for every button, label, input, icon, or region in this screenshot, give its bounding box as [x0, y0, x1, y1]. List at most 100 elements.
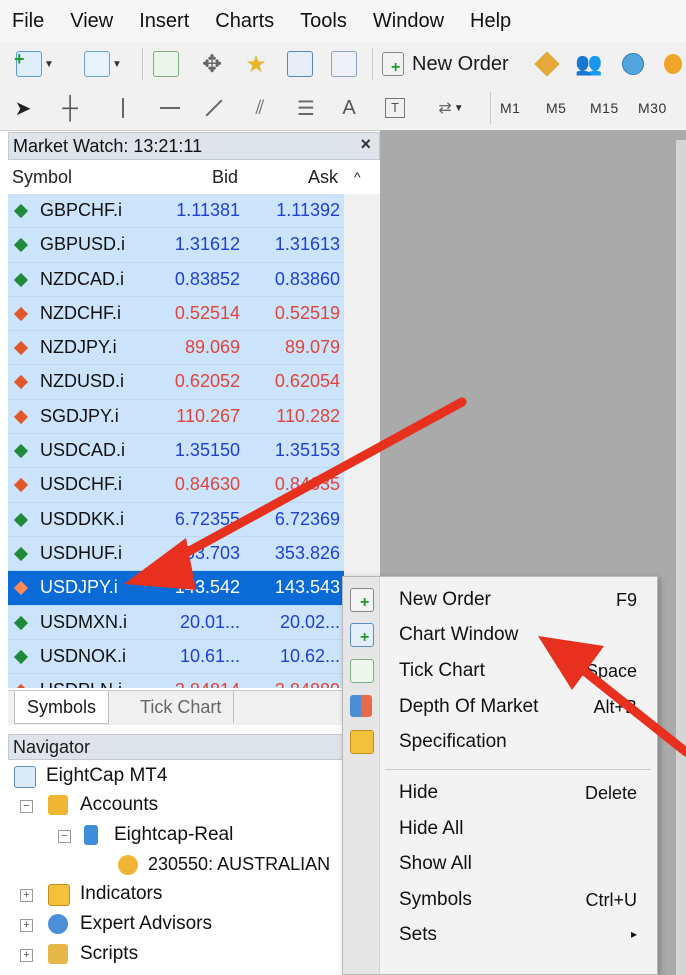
market-watch-row[interactable]: NZDJPY.i 89.069 89.079 [8, 331, 344, 366]
price-down-icon [13, 478, 29, 493]
menu-view[interactable]: View [58, 10, 127, 33]
ctx-hide-all[interactable]: Hide All [399, 818, 463, 840]
bid-cell: 10.61... [179, 645, 240, 666]
scripts-icon [48, 944, 68, 964]
symbol-cell: GBPUSD.i [40, 234, 126, 255]
tab-symbols-label: Symbols [27, 696, 97, 717]
ctx-symbols[interactable]: Symbols [399, 889, 472, 911]
new-chart-button[interactable]: + ▼ [10, 49, 60, 79]
symbol-cell: USDPLN.i [40, 680, 122, 688]
ctx-show-all[interactable]: Show All [399, 853, 472, 875]
market-watch-row[interactable]: USDJPY.i 143.542 143.543 [8, 571, 344, 606]
trendline-tool[interactable] [200, 93, 228, 123]
profiles-button[interactable]: ▼ [78, 49, 128, 79]
market-watch-row[interactable]: USDHUF.i 353.703 353.826 [8, 536, 344, 572]
market-watch-row[interactable]: NZDUSD.i 0.62052 0.62054 [8, 365, 344, 400]
vertical-line-tool[interactable] [112, 93, 134, 123]
navigator-toggle[interactable]: ★ [240, 49, 272, 79]
collapse-icon[interactable]: − [58, 830, 71, 843]
menu-help[interactable]: Help [458, 10, 525, 33]
nav-indicators[interactable]: Indicators [80, 883, 162, 905]
expand-icon[interactable]: + [20, 919, 33, 932]
timeframe-m15[interactable]: M15 [590, 100, 619, 116]
market-watch-tabs: Symbols Tick Chart [8, 690, 380, 725]
channel-tool[interactable]: ⫽ [246, 93, 274, 123]
data-window-toggle[interactable]: ✥ [196, 49, 228, 79]
market-watch-row[interactable]: GBPUSD.i 1.31612 1.31613 [8, 228, 344, 263]
market-button[interactable] [618, 49, 648, 79]
metaeditor-button[interactable] [532, 49, 562, 79]
market-watch-row[interactable]: USDMXN.i 20.01... 20.02... [8, 605, 344, 640]
timeframe-m30[interactable]: M30 [638, 100, 667, 116]
tab-symbols[interactable]: Symbols [14, 691, 110, 724]
column-symbol[interactable]: Symbol [12, 167, 72, 188]
nav-scripts[interactable]: Scripts [80, 943, 138, 965]
symbol-cell: USDHUF.i [40, 542, 123, 563]
market-watch-row[interactable]: SGDJPY.i 110.267 110.282 [8, 399, 344, 435]
text-tool[interactable]: A [338, 93, 360, 123]
market-watch-row[interactable]: NZDCHF.i 0.52514 0.52519 [8, 296, 344, 332]
arrows-tool[interactable]: ⇄ ▼ [426, 93, 476, 123]
new-order-button[interactable]: + New Order [382, 49, 522, 79]
nav-expert-advisors[interactable]: Expert Advisors [80, 913, 212, 935]
market-watch-row[interactable]: USDNOK.i 10.61... 10.62... [8, 639, 344, 675]
user-icon [118, 855, 138, 875]
menu-window[interactable]: Window [361, 10, 458, 33]
ctx-hide[interactable]: Hide [399, 782, 438, 804]
menu-file[interactable]: File [0, 10, 58, 33]
specification-icon [350, 730, 374, 754]
market-watch-toggle[interactable] [150, 49, 182, 79]
cursor-tool[interactable]: ➤ [12, 93, 34, 123]
column-ask[interactable]: Ask [308, 167, 338, 188]
market-watch-row[interactable]: NZDCAD.i 0.83852 0.83860 [8, 262, 344, 297]
market-watch-title: Market Watch: 13:21:11 [13, 136, 203, 156]
market-watch-row[interactable]: USDCAD.i 1.35150 1.35153 [8, 434, 344, 469]
price-down-icon [13, 341, 29, 356]
ctx-tick-chart[interactable]: Tick Chart [399, 660, 485, 682]
depth-of-market-icon [350, 695, 372, 717]
terminal-toggle[interactable] [284, 49, 316, 79]
navigator-tree: EightCap MT4 − Accounts − Eightcap-Real … [8, 760, 380, 975]
crosshair-tool[interactable]: ┼ [56, 93, 84, 123]
timeframe-m1[interactable]: M1 [500, 100, 520, 116]
ctx-depth-of-market[interactable]: Depth Of Market [399, 696, 538, 718]
expand-icon[interactable]: + [20, 949, 33, 962]
chart-scrollbar[interactable] [676, 140, 686, 975]
collapse-icon[interactable]: − [20, 800, 33, 813]
tester-toggle[interactable] [328, 49, 360, 79]
nav-account-server[interactable]: Eightcap-Real [114, 824, 233, 846]
market-watch-row[interactable]: USDDKK.i 6.72355 6.72369 [8, 502, 344, 537]
ctx-specification[interactable]: Specification [399, 731, 507, 753]
signals-button[interactable]: 👥 [574, 49, 604, 79]
timeframe-m5[interactable]: M5 [546, 100, 566, 116]
ctx-sets[interactable]: Sets [399, 924, 437, 946]
nav-accounts[interactable]: Accounts [80, 794, 158, 816]
menu-insert[interactable]: Insert [127, 10, 203, 33]
shop-icon [664, 54, 682, 74]
scroll-up-icon[interactable]: ^ [354, 169, 361, 185]
expand-icon[interactable]: + [20, 889, 33, 902]
menu-tools[interactable]: Tools [288, 10, 361, 33]
text-label-tool[interactable]: T [382, 93, 408, 123]
market-watch-row[interactable]: USDCHF.i 0.84630 0.84635 [8, 468, 344, 503]
ctx-new-order[interactable]: New Order [399, 589, 491, 611]
horizontal-line-tool[interactable] [156, 93, 184, 123]
price-down-icon [13, 375, 29, 390]
market-watch-row[interactable]: USDPLN.i 3.84814 3.84889 [8, 674, 344, 688]
close-icon[interactable]: × [360, 134, 371, 155]
more-toolbar-button[interactable] [660, 49, 686, 79]
ask-cell: 3.84889 [275, 680, 340, 688]
nav-account-id[interactable]: 230550: AUSTRALIAN [148, 854, 330, 875]
nav-root[interactable]: EightCap MT4 [46, 765, 167, 787]
fibonacci-tool[interactable]: ☰ [292, 93, 320, 123]
tab-tick-chart[interactable]: Tick Chart [128, 691, 235, 723]
ask-cell: 20.02... [279, 611, 340, 632]
column-bid[interactable]: Bid [212, 167, 238, 188]
price-up-icon [13, 444, 29, 459]
bid-cell: 353.703 [174, 542, 240, 563]
market-watch-row[interactable]: GBPCHF.i 1.11381 1.11392 [8, 194, 344, 229]
ctx-chart-window[interactable]: Chart Window [399, 624, 518, 646]
ctx-symbols-shortcut: Ctrl+U [585, 890, 637, 910]
menu-charts[interactable]: Charts [203, 10, 288, 33]
star-folder-icon: ★ [245, 50, 267, 78]
